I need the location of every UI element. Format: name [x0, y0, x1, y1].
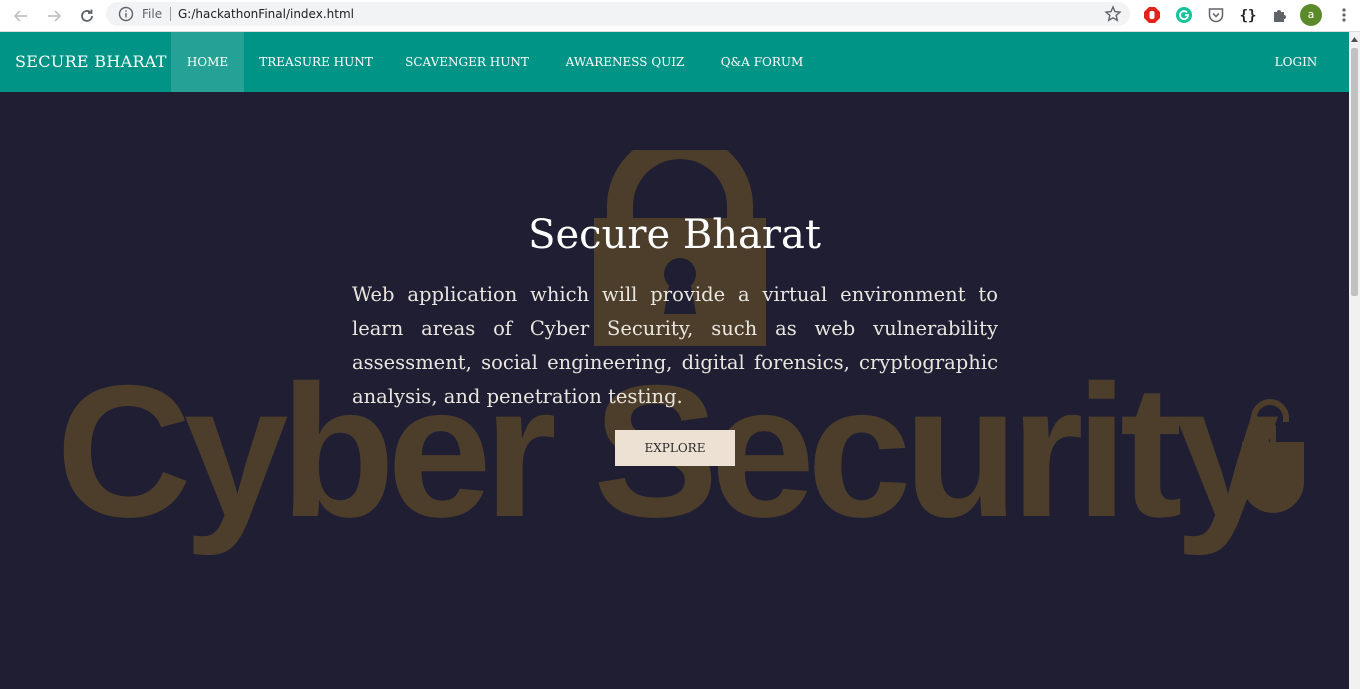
json-viewer-icon[interactable]: {}: [1237, 4, 1259, 26]
hero-description: Web application which will provide a vir…: [352, 283, 998, 408]
url-text[interactable]: G:/hackathonFinal/index.html: [178, 6, 354, 22]
nav-awareness-quiz[interactable]: AWARENESS QUIZ: [555, 32, 695, 92]
arrow-left-icon: [13, 10, 27, 22]
arrow-right-icon: [48, 10, 62, 22]
omnibox-divider: [170, 7, 171, 21]
back-button[interactable]: [9, 4, 33, 28]
nav-home[interactable]: HOME: [171, 32, 244, 92]
forward-button[interactable]: [42, 4, 66, 28]
scroll-up-arrow-icon[interactable]: [1349, 32, 1360, 46]
brand-logo[interactable]: SECURE BHARAT: [15, 32, 167, 92]
url-scheme-label: File: [142, 7, 163, 21]
reload-button[interactable]: [75, 4, 99, 28]
reload-icon: [81, 9, 93, 22]
browser-menu-button[interactable]: [1334, 4, 1354, 26]
mouse-icon: [1242, 399, 1304, 513]
nav-qa-forum[interactable]: Q&A FORUM: [712, 32, 812, 92]
more-vertical-icon: [1342, 8, 1346, 22]
grammarly-icon[interactable]: [1173, 4, 1195, 26]
hero-section: Cyber Security Secure Bharat Web applica…: [0, 92, 1349, 689]
address-bar[interactable]: File G:/hackathonFinal/index.html: [106, 2, 1130, 26]
nav-treasure-hunt[interactable]: TREASURE HUNT: [252, 32, 380, 92]
pocket-icon[interactable]: [1205, 4, 1227, 26]
adblock-icon[interactable]: [1141, 4, 1163, 26]
hero-title: Secure Bharat: [528, 212, 821, 258]
page-scrollbar[interactable]: [1349, 32, 1360, 689]
profile-initial: a: [1307, 8, 1315, 21]
explore-button[interactable]: EXPLORE: [615, 430, 735, 466]
browser-toolbar: File G:/hackathonFinal/index.html {} a: [0, 0, 1360, 32]
info-icon[interactable]: [118, 6, 134, 22]
puzzle-icon[interactable]: [1269, 4, 1291, 26]
svg-text:{}: {}: [1240, 8, 1257, 24]
site-navbar: SECURE BHARAT HOME TREASURE HUNT SCAVENG…: [0, 32, 1349, 92]
profile-avatar[interactable]: a: [1300, 4, 1322, 26]
nav-login[interactable]: LOGIN: [1262, 32, 1330, 92]
bookmark-star-icon[interactable]: [1104, 5, 1122, 23]
nav-scavenger-hunt[interactable]: SCAVENGER HUNT: [394, 32, 540, 92]
scrollbar-thumb[interactable]: [1351, 48, 1358, 296]
